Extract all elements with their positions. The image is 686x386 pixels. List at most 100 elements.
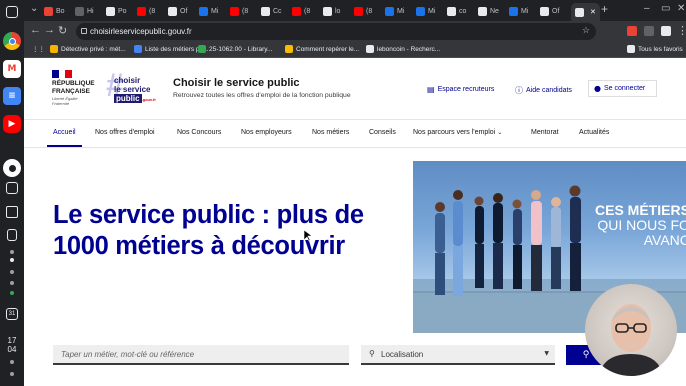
site-tagline: Retrouvez toutes les offres d'emploi de … [173, 92, 351, 99]
bookmark-item[interactable]: Comment repérer le... [285, 45, 359, 53]
record-icon[interactable] [3, 159, 21, 177]
tab-favicon-icon [292, 6, 301, 16]
maximize-icon[interactable]: ▭ [661, 3, 670, 14]
tab-favicon-icon [575, 7, 584, 17]
gallery-icon[interactable] [6, 182, 18, 194]
close-window-icon[interactable]: ✕ [677, 3, 685, 14]
nav-accueil[interactable]: Accueil [53, 129, 76, 136]
phone-icon[interactable] [7, 229, 17, 241]
os-dock: M ≡ ▶ 31 17 04 [0, 0, 24, 386]
bookmark-item[interactable]: leboncoin - Recherc... [366, 45, 440, 53]
all-bookmarks[interactable]: Tous les favoris [627, 45, 683, 53]
browser-tab[interactable]: (8 [137, 3, 155, 19]
new-tab-button[interactable]: + [601, 2, 608, 16]
back-icon[interactable]: ← [30, 24, 41, 36]
launcher-icon[interactable] [6, 6, 18, 18]
location-pin-icon: ⚲ [369, 349, 375, 358]
browser-toolbar: ← → ↻ choisirleservicepublic.gouv.fr ☆ ⋮ [24, 21, 686, 42]
webcam-overlay [585, 284, 677, 376]
recruiters-link[interactable]: ▤ Espace recruteurs [427, 85, 494, 94]
republic-name: RÉPUBLIQUE FRANÇAISE [52, 80, 95, 95]
status-dot [10, 372, 14, 376]
nav-offres[interactable]: Nos offres d'emploi [95, 129, 155, 136]
tab-search-icon[interactable]: ⌄ [30, 3, 38, 14]
nav-concours[interactable]: Nos Concours [177, 129, 221, 136]
logo-line-2: le service [114, 85, 151, 94]
browser-tab[interactable]: (8 [230, 3, 248, 19]
bookmark-item[interactable]: 25-1062.00 - Library... [198, 45, 272, 53]
tab-label: (8 [304, 7, 311, 15]
bookmark-item[interactable]: Détective privé : mét... [50, 45, 126, 53]
close-tab-icon[interactable]: ✕ [590, 8, 596, 16]
bookmark-label: 25-1062.00 - Library... [209, 45, 273, 53]
gmail-icon[interactable]: M [3, 60, 21, 78]
site-info-icon[interactable] [81, 28, 87, 34]
side-panel-icon[interactable] [661, 26, 671, 36]
site-logo[interactable]: # choisir le service public .gouv.fr [106, 69, 158, 107]
help-candidates-link[interactable]: ⓘ Aide candidats [515, 85, 572, 96]
nav-actualites[interactable]: Actualités [579, 129, 609, 136]
browser-tab[interactable]: Mi [199, 3, 218, 19]
bookmark-label: Comment repérer le... [296, 45, 360, 53]
tab-label: co [459, 7, 467, 15]
browser-tab[interactable]: co [447, 3, 466, 19]
tab-favicon-icon [230, 6, 239, 16]
nav-employeurs[interactable]: Nos employeurs [241, 129, 292, 136]
location-select[interactable]: ⚲ Localisation ▼ [361, 345, 555, 365]
tab-favicon-icon [261, 6, 270, 16]
nav-conseils[interactable]: Conseils [369, 129, 396, 136]
browser-tab[interactable]: Cc [261, 3, 282, 19]
nav-mentorat[interactable]: Mentorat [531, 129, 559, 136]
tab-favicon-icon [44, 6, 53, 16]
youtube-icon[interactable]: ▶ [3, 115, 21, 133]
tab-label: Po [118, 7, 127, 15]
banner-text: CES MÉTIERS QUI NOUS FO AVANC [595, 203, 686, 248]
browser-tabstrip: ⌄ Bo Hi Po (8 Of Mi (8 Cc (8 lo (8 Mi Mi co Ne Mi Of ✕ + … [24, 0, 686, 21]
tab-favicon-icon [106, 6, 115, 16]
menu-kebab-icon[interactable]: ⋮ [677, 24, 686, 37]
browser-tab[interactable]: lo [323, 3, 340, 19]
job-search-input[interactable]: Taper un métier, mot-clé ou référence [53, 345, 349, 365]
login-button[interactable]: ● Se connecter [588, 80, 657, 97]
tab-favicon-icon [323, 6, 332, 16]
bookmark-favicon-icon [50, 45, 58, 53]
browser-tab[interactable]: Hi [75, 3, 94, 19]
address-url: choisirleservicepublic.gouv.fr [90, 27, 192, 36]
forward-icon[interactable]: → [44, 24, 55, 36]
nav-metiers[interactable]: Nos métiers [312, 129, 349, 136]
tab-label: lo [335, 7, 341, 15]
nav-parcours-label: Nos parcours vers l'emploi [413, 129, 496, 136]
reload-icon[interactable]: ↻ [58, 24, 67, 37]
site-title[interactable]: Choisir le service public [173, 77, 300, 89]
recruiters-label: Espace recruteurs [437, 86, 495, 93]
chrome-icon[interactable] [3, 32, 21, 50]
browser-tab[interactable]: (8 [354, 3, 372, 19]
extensions-puzzle-icon[interactable] [644, 26, 654, 36]
tab-favicon-icon [447, 6, 456, 16]
browser-tab[interactable]: Ne [478, 3, 499, 19]
browser-tab[interactable]: Mi [416, 3, 435, 19]
user-icon: ● [594, 84, 601, 93]
status-dot [10, 250, 14, 254]
files-icon[interactable] [6, 206, 18, 218]
bookmark-star-icon[interactable]: ☆ [582, 25, 590, 36]
address-bar[interactable]: choisirleservicepublic.gouv.fr ☆ [76, 23, 596, 40]
calendar-icon[interactable]: 31 [6, 308, 18, 320]
nav-parcours[interactable]: Nos parcours vers l'emploi ⌄ [413, 129, 502, 136]
browser-tab[interactable]: Of [168, 3, 187, 19]
browser-tab[interactable]: Mi [509, 3, 528, 19]
bookmark-favicon-icon [134, 45, 142, 53]
browser-tab[interactable]: (8 [292, 3, 310, 19]
docs-icon[interactable]: ≡ [3, 87, 21, 105]
tab-favicon-icon [168, 6, 177, 16]
tab-label: Cc [273, 7, 282, 15]
browser-tab[interactable]: Bo [44, 3, 65, 19]
extension-icon[interactable] [627, 26, 637, 36]
browser-tab[interactable]: Of [540, 3, 559, 19]
minimize-icon[interactable]: – [644, 3, 650, 14]
browser-tab[interactable]: Po [106, 3, 127, 19]
apps-icon[interactable]: ⋮⋮ [32, 45, 45, 53]
logo-line-3: public [114, 94, 142, 103]
browser-tab[interactable]: ✕ [571, 3, 600, 21]
browser-tab[interactable]: Mi [385, 3, 404, 19]
